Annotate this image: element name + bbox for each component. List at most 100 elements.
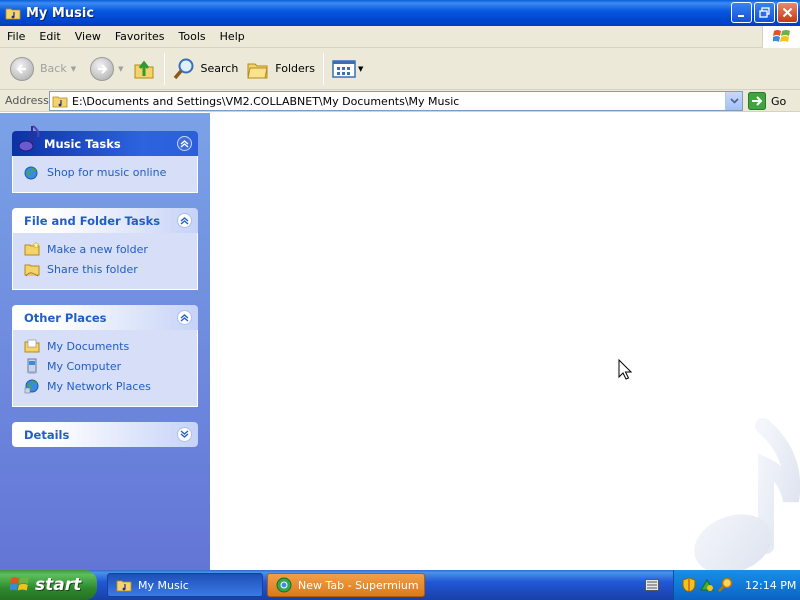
menu-view[interactable]: View bbox=[68, 30, 108, 43]
menu-tools[interactable]: Tools bbox=[172, 30, 213, 43]
music-tasks-body: Shop for music online bbox=[12, 156, 198, 193]
keyboard-icon[interactable] bbox=[645, 579, 659, 591]
forward-dropdown-icon[interactable]: ▼ bbox=[118, 65, 123, 73]
other-places-body: My Documents My Computer My Network Plac… bbox=[12, 330, 198, 407]
restore-icon bbox=[759, 7, 770, 18]
maximize-button[interactable] bbox=[754, 2, 775, 23]
globe-music-icon bbox=[24, 164, 40, 180]
go-arrow-icon bbox=[748, 92, 766, 110]
network-status-icon[interactable] bbox=[699, 577, 715, 593]
shared-folder-icon bbox=[24, 261, 40, 277]
share-folder-link[interactable]: Share this folder bbox=[24, 259, 197, 279]
windows-flag-icon bbox=[772, 30, 790, 42]
address-label: Address bbox=[5, 94, 49, 107]
details-header[interactable]: Details bbox=[12, 422, 198, 447]
taskbar-browser-button[interactable]: New Tab - Supermium bbox=[267, 573, 425, 597]
new-folder-icon bbox=[24, 241, 40, 257]
network-places-icon bbox=[24, 378, 40, 394]
collapse-button[interactable] bbox=[177, 310, 192, 325]
expand-button[interactable] bbox=[177, 427, 192, 442]
windows-logo bbox=[762, 26, 800, 48]
taskbar-my-music-button[interactable]: My Music bbox=[107, 573, 263, 597]
other-places-header[interactable]: Other Places bbox=[12, 305, 198, 330]
back-dropdown-icon[interactable]: ▼ bbox=[71, 65, 76, 73]
chevron-up-icon bbox=[180, 217, 189, 225]
shop-music-online-link[interactable]: Shop for music online bbox=[24, 162, 197, 182]
file-folder-tasks-header[interactable]: File and Folder Tasks bbox=[12, 208, 198, 233]
search-tray-icon[interactable] bbox=[718, 577, 734, 593]
folders-button[interactable]: Folders bbox=[242, 52, 319, 86]
back-button[interactable]: Back ▼ bbox=[6, 52, 80, 86]
folders-label: Folders bbox=[275, 62, 316, 75]
my-network-places-link[interactable]: My Network Places bbox=[24, 376, 197, 396]
menu-edit[interactable]: Edit bbox=[32, 30, 67, 43]
address-dropdown-button[interactable] bbox=[725, 92, 742, 110]
chevron-up-icon bbox=[180, 314, 189, 322]
security-shield-icon[interactable] bbox=[682, 577, 696, 593]
back-label: Back bbox=[40, 62, 67, 75]
up-folder-icon bbox=[134, 60, 153, 78]
window-title: My Music bbox=[26, 5, 95, 21]
menu-bar: File Edit View Favorites Tools Help bbox=[0, 26, 800, 48]
make-new-folder-link[interactable]: Make a new folder bbox=[24, 239, 197, 259]
search-button[interactable]: Search bbox=[169, 52, 243, 86]
close-button[interactable] bbox=[777, 2, 798, 23]
taskbar-browser-label: New Tab - Supermium bbox=[298, 578, 419, 592]
music-folder-icon bbox=[5, 8, 21, 20]
toolbar-separator bbox=[323, 52, 325, 85]
toolbar: Back ▼ ▼ Search Folders ▼ bbox=[0, 48, 800, 90]
music-note-icon bbox=[18, 125, 40, 152]
system-tray: 12:14 PM bbox=[673, 570, 800, 600]
forward-arrow-icon bbox=[90, 56, 115, 81]
address-value: E:\Documents and Settings\VM2.COLLABNET\… bbox=[72, 94, 460, 108]
task-pane: Music Tasks Shop for music online File a… bbox=[0, 113, 210, 570]
my-documents-link[interactable]: My Documents bbox=[24, 336, 197, 356]
search-icon bbox=[173, 58, 193, 79]
my-computer-icon bbox=[24, 358, 40, 374]
go-button[interactable]: Go bbox=[748, 92, 786, 110]
browser-icon bbox=[276, 577, 292, 593]
start-label: start bbox=[35, 575, 82, 595]
go-label: Go bbox=[771, 94, 787, 108]
views-button[interactable]: ▼ bbox=[328, 52, 367, 86]
clock[interactable]: 12:14 PM bbox=[745, 579, 796, 592]
music-note-watermark bbox=[694, 418, 800, 570]
minimize-icon bbox=[738, 15, 744, 17]
start-button[interactable]: start bbox=[0, 570, 97, 600]
back-arrow-icon bbox=[10, 56, 34, 81]
menu-favorites[interactable]: Favorites bbox=[108, 30, 172, 43]
views-dropdown-icon[interactable]: ▼ bbox=[358, 65, 363, 73]
up-folder-button[interactable] bbox=[128, 52, 160, 86]
my-documents-label: My Documents bbox=[47, 339, 130, 353]
windows-flag-icon bbox=[10, 577, 29, 591]
my-computer-label: My Computer bbox=[47, 359, 122, 373]
menu-help[interactable]: Help bbox=[213, 30, 252, 43]
menu-file[interactable]: File bbox=[0, 30, 32, 43]
music-tasks-header[interactable]: Music Tasks bbox=[12, 125, 198, 156]
taskbar: start My Music New Tab - Supermium 12:14… bbox=[0, 570, 800, 600]
my-network-places-label: My Network Places bbox=[47, 379, 151, 393]
music-tasks-title: Music Tasks bbox=[44, 136, 121, 151]
title-bar[interactable]: My Music bbox=[0, 0, 800, 26]
collapse-button[interactable] bbox=[177, 213, 192, 228]
forward-button[interactable]: ▼ bbox=[86, 52, 127, 86]
share-folder-label: Share this folder bbox=[47, 262, 138, 276]
file-folder-tasks-body: Make a new folder Share this folder bbox=[12, 233, 198, 290]
music-tasks-panel: Music Tasks Shop for music online bbox=[12, 125, 198, 193]
folders-icon bbox=[247, 63, 268, 78]
search-label: Search bbox=[200, 62, 239, 75]
address-bar: Address E:\Documents and Settings\VM2.CO… bbox=[0, 90, 800, 112]
other-places-panel: Other Places My Documents My Computer My… bbox=[12, 305, 198, 407]
file-folder-tasks-panel: File and Folder Tasks Make a new folder … bbox=[12, 208, 198, 290]
make-new-folder-label: Make a new folder bbox=[47, 242, 148, 256]
views-icon bbox=[332, 59, 356, 78]
folder-content-area[interactable] bbox=[210, 113, 800, 570]
minimize-button[interactable] bbox=[731, 2, 752, 23]
mouse-cursor-icon bbox=[618, 359, 632, 380]
my-computer-link[interactable]: My Computer bbox=[24, 356, 197, 376]
address-input[interactable]: E:\Documents and Settings\VM2.COLLABNET\… bbox=[49, 91, 743, 111]
chevron-down-icon bbox=[729, 98, 739, 104]
taskbar-my-music-label: My Music bbox=[138, 578, 189, 592]
close-icon bbox=[782, 7, 793, 18]
collapse-button[interactable] bbox=[177, 136, 192, 151]
